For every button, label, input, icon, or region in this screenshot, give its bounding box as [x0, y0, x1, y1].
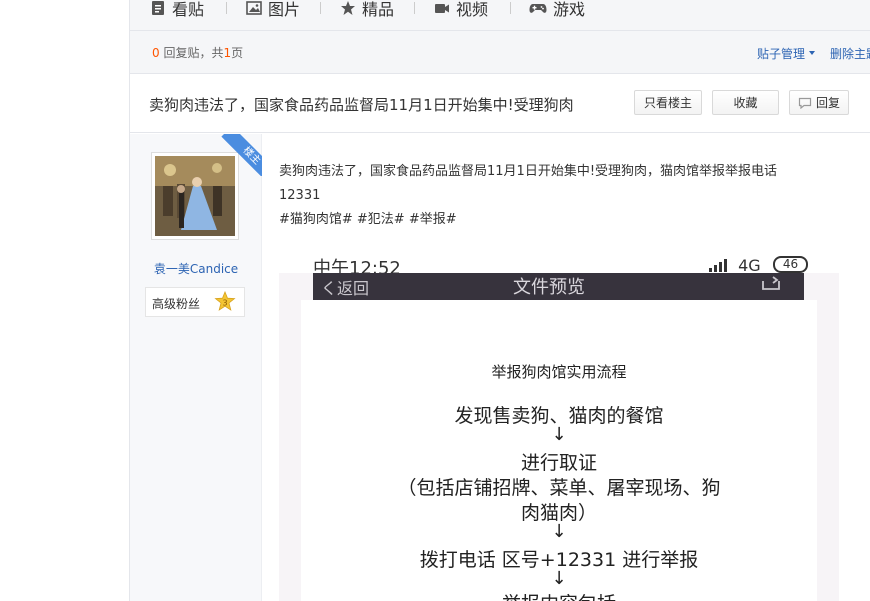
reply-label: 回复 — [815, 96, 840, 110]
tab-videos[interactable]: 视频 — [434, 0, 488, 19]
flow-step-2: 进行取证 — [520, 452, 597, 474]
favorite-button[interactable]: 收藏 — [712, 90, 779, 115]
share-icon — [761, 275, 781, 295]
tab-label: 视频 — [456, 0, 489, 19]
post-manage-label: 贴子管理 — [757, 47, 806, 61]
phone-status-bar: 中午12:52 4G 46 — [279, 243, 839, 279]
comment-icon — [798, 97, 812, 109]
reply-button[interactable]: 回复 — [789, 90, 849, 115]
thread-content: 看贴 图片 精品 视频 游戏 0 回复贴，共1页 贴子管理 删除主 卖狗肉违法了… — [129, 0, 870, 601]
post-image[interactable]: 中午12:52 4G 46 く返回 文件预览 举报狗肉馆实用流程 发现售卖狗、猫… — [279, 243, 839, 601]
page-count-number: 1 — [223, 46, 232, 60]
tab-label: 图片 — [268, 0, 301, 19]
video-icon — [434, 0, 450, 16]
nav-bar: 看贴 图片 精品 视频 游戏 — [130, 0, 870, 31]
post-text: 卖狗肉违法了，国家食品药品监督局11月1日开始集中!受理狗肉，猫肉馆举报举报电话… — [279, 160, 839, 232]
tab-posts[interactable]: 看贴 — [150, 0, 204, 19]
left-gutter — [0, 0, 129, 601]
divider — [414, 2, 415, 14]
star-icon — [340, 0, 356, 16]
tab-label: 游戏 — [553, 0, 586, 19]
tab-featured[interactable]: 精品 — [340, 0, 394, 19]
chevron-down-icon — [809, 50, 816, 55]
flow-arrow: ↓ — [551, 568, 567, 589]
flow-step-2-detail: （包括店铺招牌、菜单、屠宰现场、狗 — [397, 477, 721, 499]
author-panel: 楼主 袁一美Candice 高级粉丝 3 — [130, 134, 262, 601]
page-count-text: 页 — [231, 46, 244, 60]
level-number: 3 — [222, 299, 227, 308]
image-icon — [246, 0, 262, 16]
reply-count: 0 回复贴，共1页 — [152, 44, 243, 61]
post-floor-1: 楼主 袁一美Candice 高级粉丝 3 卖狗肉违法了，国家食品药品监督局11月… — [130, 134, 870, 601]
flow-arrow: ↓ — [551, 521, 567, 542]
fan-level-badge[interactable]: 高级粉丝 3 — [145, 287, 245, 317]
page: { "nav": { "tabs": [ {"label": "看贴", "ic… — [0, 0, 870, 601]
tab-label: 精品 — [362, 0, 395, 19]
reply-count-number: 0 — [152, 46, 160, 60]
flow-step-4: 举报内容包括 — [279, 589, 839, 601]
post-hashtags[interactable]: #猫狗肉馆# #犯法# #举报# — [279, 208, 839, 232]
phone-app-bar: く返回 文件预览 — [313, 273, 804, 300]
op-ribbon-label: 楼主 — [221, 134, 262, 176]
thread-title: 卖狗肉违法了，国家食品药品监督局11月1日开始集中!受理狗肉 — [149, 96, 574, 114]
post-text-line: 12331 — [279, 188, 321, 203]
tab-games[interactable]: 游戏 — [529, 0, 585, 19]
phone-back-label: く返回 — [321, 279, 370, 298]
battery-level: 46 — [782, 257, 799, 271]
document-icon — [150, 0, 166, 16]
post-manage-dropdown[interactable]: 贴子管理 — [757, 45, 816, 62]
post-text-line: 卖狗肉违法了，国家食品药品监督局11月1日开始集中!受理狗肉，猫肉馆举报举报电话 — [279, 164, 778, 179]
reply-stats-bar: 0 回复贴，共1页 贴子管理 删除主题 — [130, 31, 870, 74]
only-op-button[interactable]: 只看楼主 — [634, 90, 702, 115]
level-medal-icon: 3 — [214, 290, 236, 313]
tab-images[interactable]: 图片 — [246, 0, 300, 19]
phone-page-title: 文件预览 — [513, 277, 585, 298]
author-name-link[interactable]: 袁一美Candice — [130, 260, 262, 277]
divider — [320, 2, 321, 14]
divider — [226, 2, 227, 14]
battery-icon: 46 — [773, 256, 808, 273]
fan-level-label: 高级粉丝 — [152, 297, 201, 311]
op-ribbon: 楼主 — [220, 134, 262, 176]
reply-count-text: 回复贴，共 — [159, 46, 224, 60]
delete-thread-link[interactable]: 删除主题 — [830, 45, 870, 62]
gamepad-icon — [529, 0, 547, 16]
flow-arrow: ↓ — [551, 424, 567, 445]
only-op-label: 只看楼主 — [643, 96, 692, 110]
divider — [510, 2, 511, 14]
favorite-label: 收藏 — [733, 96, 758, 110]
flow-heading: 举报狗肉馆实用流程 — [491, 363, 627, 381]
tab-label: 看贴 — [172, 0, 205, 19]
thread-title-bar: 卖狗肉违法了，国家食品药品监督局11月1日开始集中!受理狗肉 只看楼主 收藏 回… — [130, 75, 870, 133]
